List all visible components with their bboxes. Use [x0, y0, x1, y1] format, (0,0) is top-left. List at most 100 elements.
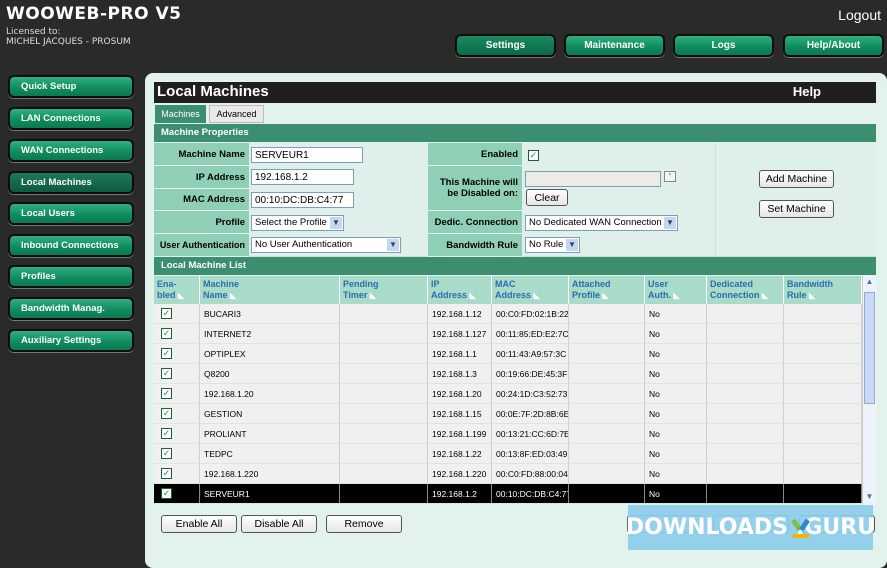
table-row[interactable]: ✓ 192.168.1.220 192.168.1.220 00:C0:FD:88:0… [154, 464, 862, 484]
licensed-label: Licensed to: [6, 27, 61, 37]
table-cell: 192.168.1.2 [428, 484, 492, 503]
tab-machines[interactable]: Machines [155, 105, 206, 123]
table-cell: No [645, 404, 707, 423]
bandwidth-rule-select[interactable]: No Rule ▼ [525, 237, 580, 253]
scroll-up-icon[interactable]: ▲ [864, 277, 875, 289]
sidebar-item-local-machines[interactable]: Local Machines [8, 171, 134, 194]
table-cell [784, 364, 862, 383]
table-cell: OPTIPLEX [200, 344, 340, 363]
table-cell: BUCARI3 [200, 304, 340, 323]
sidebar-item-auxiliary-settings[interactable]: Auxiliary Settings [8, 329, 134, 352]
table-cell: No [645, 484, 707, 503]
sidebar-item-inbound-connections[interactable]: Inbound Connections [8, 234, 134, 257]
table-row[interactable]: ✓ PROLIANT 192.168.1.199 00:13:21:CC:6D:7E N… [154, 424, 862, 444]
table-cell: 192.168.1.20 [428, 384, 492, 403]
mac-address-input[interactable] [251, 192, 354, 208]
table-cell: INTERNET2 [200, 324, 340, 343]
tab-advanced[interactable]: Advanced [209, 105, 264, 123]
user-auth-select[interactable]: No User Authentication ▼ [251, 237, 401, 253]
sort-icon[interactable]: ◣ [762, 291, 768, 300]
profile-select[interactable]: Select the Profile ▼ [251, 215, 344, 231]
table-cell [707, 324, 784, 343]
column-header-label: Name ◣ [203, 290, 237, 300]
column-header[interactable]: IP Address ◣ [428, 276, 492, 304]
sort-icon[interactable]: ◣ [534, 291, 540, 300]
table-row[interactable]: ✓ INTERNET2 192.168.1.127 00:11:85:ED:E2:7C… [154, 324, 862, 344]
column-header[interactable]: Attached Profile ◣ [569, 276, 645, 304]
help-link[interactable]: Help [793, 84, 821, 99]
table-row[interactable]: ✓ Q8200 192.168.1.3 00:19:66:DE:45:3F No [154, 364, 862, 384]
table-row[interactable]: ✓ OPTIPLEX 192.168.1.1 00:11:43:A9:57:3C No [154, 344, 862, 364]
enabled-checkbox[interactable]: ✓ [161, 388, 172, 399]
enabled-checkbox[interactable]: ✓ [161, 488, 172, 499]
machine-name-input[interactable] [251, 147, 363, 163]
sort-icon[interactable]: ◣ [674, 291, 680, 300]
sidebar-item-profiles[interactable]: Profiles [8, 265, 134, 288]
column-header[interactable]: Pending Timer ◣ [340, 276, 428, 304]
disable-all-button[interactable]: Disable All [241, 515, 317, 533]
enabled-checkbox[interactable]: ✓ [161, 468, 172, 479]
enabled-checkbox[interactable]: ✓ [161, 408, 172, 419]
enabled-checkbox[interactable]: ✓ [161, 428, 172, 439]
nav-logs[interactable]: Logs [673, 34, 774, 57]
enabled-checkbox[interactable]: ✓ [161, 448, 172, 459]
table-row[interactable]: ✓ GESTION 192.168.1.15 00:0E:7F:2D:8B:6E No [154, 404, 862, 424]
sidebar-item-bandwidth-manag[interactable]: Bandwidth Manag. [8, 297, 134, 320]
add-machine-button[interactable]: Add Machine [759, 170, 834, 188]
sort-icon[interactable]: ◣ [230, 291, 236, 300]
enabled-checkbox[interactable]: ✓ [161, 308, 172, 319]
scrollbar-thumb[interactable] [864, 292, 875, 404]
sort-icon[interactable]: ◣ [370, 291, 376, 300]
scrollbar[interactable]: ▲ ▼ [862, 276, 876, 505]
logout-link[interactable]: Logout [838, 7, 881, 23]
sort-icon[interactable]: ◣ [470, 291, 476, 300]
sidebar-item-quick-setup[interactable]: Quick Setup [8, 75, 134, 98]
table-cell [569, 444, 645, 463]
nav-maintenance[interactable]: Maintenance [564, 34, 665, 57]
column-header[interactable]: User Auth. ◣ [645, 276, 707, 304]
enabled-checkbox[interactable]: ✓ [528, 150, 539, 161]
calendar-icon[interactable]: ▫ [664, 171, 676, 182]
scroll-down-icon[interactable]: ▼ [864, 492, 875, 504]
table-cell [707, 484, 784, 503]
table-cell [340, 444, 428, 463]
sort-icon[interactable]: ◣ [178, 291, 184, 300]
column-header[interactable]: Bandwidth Rule ◣ [784, 276, 862, 304]
table-cell [569, 344, 645, 363]
table-row[interactable]: ✓ 192.168.1.20 192.168.1.20 00:24:1D:C3:52:… [154, 384, 862, 404]
table-cell: PROLIANT [200, 424, 340, 443]
nav-settings[interactable]: Settings [455, 34, 556, 57]
column-header[interactable]: Dedicated Connection ◣ [707, 276, 784, 304]
machine-name-label: Machine Name [154, 143, 249, 166]
table-row[interactable]: ✓ BUCARI3 192.168.1.12 00:C0:FD:02:1B:22 No [154, 304, 862, 324]
enabled-checkbox[interactable]: ✓ [161, 328, 172, 339]
table-cell [340, 364, 428, 383]
table-row[interactable]: ✓ SERVEUR1 192.168.1.2 00:10:DC:DB:C4:77 No [154, 484, 862, 504]
table-row[interactable]: ✓ TEDPC 192.168.1.22 00:13:8F:ED:03:49 No [154, 444, 862, 464]
sort-icon[interactable]: ◣ [809, 291, 815, 300]
sort-icon[interactable]: ◣ [603, 291, 609, 300]
clear-button[interactable]: Clear [526, 189, 568, 206]
enabled-checkbox[interactable]: ✓ [161, 348, 172, 359]
dedic-connection-select[interactable]: No Dedicated WAN Connection ▼ [525, 215, 678, 231]
column-header-label: IP [431, 279, 440, 289]
column-header-label: Rule ◣ [787, 290, 816, 300]
table-cell: 192.168.1.20 [200, 384, 340, 403]
enabled-checkbox[interactable]: ✓ [161, 368, 172, 379]
remove-button[interactable]: Remove [326, 515, 402, 533]
nav-help-about[interactable]: Help/About [783, 34, 884, 57]
disabled-on-date-input[interactable] [525, 171, 661, 187]
sidebar-item-wan-connections[interactable]: WAN Connections [8, 139, 134, 162]
table-cell [340, 404, 428, 423]
column-header-label: Bandwidth [787, 279, 833, 289]
column-header[interactable]: Machine Name ◣ [200, 276, 340, 304]
column-header[interactable]: Ena-bled ◣ [154, 276, 200, 304]
sidebar-item-lan-connections[interactable]: LAN Connections [8, 107, 134, 130]
column-header[interactable]: MAC Address ◣ [492, 276, 569, 304]
table-cell [569, 404, 645, 423]
sidebar-item-local-users[interactable]: Local Users [8, 202, 134, 225]
set-machine-button[interactable]: Set Machine [759, 200, 834, 218]
table-cell: ✓ [154, 364, 200, 383]
ip-address-input[interactable] [251, 169, 354, 185]
enable-all-button[interactable]: Enable All [161, 515, 237, 533]
